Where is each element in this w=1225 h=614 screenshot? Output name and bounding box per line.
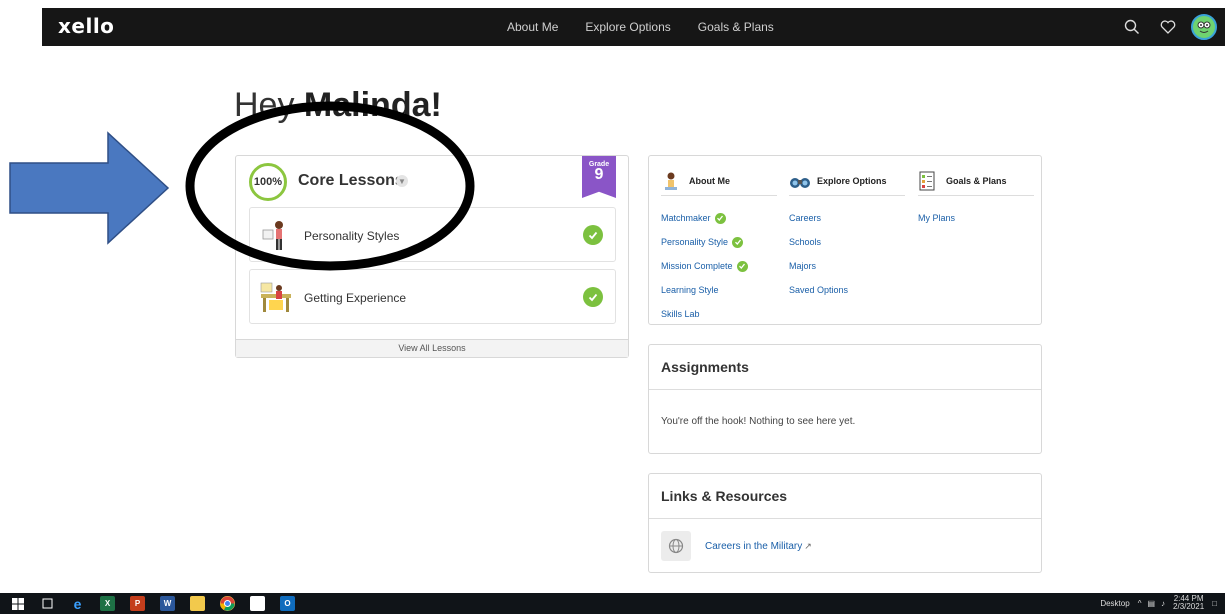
sections-card: About Me Matchmaker Personality Style Mi… [648,155,1042,325]
windows-taskbar: e X P W O Desktop ^ ▤ ♪ 2:44 PM 2/3/2021… [0,593,1225,614]
top-nav: xello About Me Explore Options Goals & P… [42,8,1225,46]
word-icon[interactable]: W [160,596,175,611]
clock[interactable]: 2:44 PM 2/3/2021 [1173,595,1204,611]
check-icon [714,212,726,224]
check-icon [736,260,748,272]
notifications-icon[interactable]: □ [1212,599,1217,608]
link-my-plans[interactable]: My Plans [918,206,1034,230]
link-careers[interactable]: Careers [789,206,905,230]
avatar-face-icon [1191,14,1217,40]
assignments-card: Assignments You're off the hook! Nothing… [648,344,1042,454]
link-personality-style[interactable]: Personality Style [661,230,777,254]
annotation-arrow-icon [9,131,170,245]
divider [649,389,1041,390]
network-icon[interactable]: ▤ [1147,599,1155,608]
xello-logo[interactable]: xello [58,14,114,38]
volume-icon[interactable]: ♪ [1161,599,1165,608]
section-links: Careers Schools Majors Saved Options [789,206,905,302]
link-skills-lab[interactable]: Skills Lab [661,302,777,326]
link-label: Matchmaker [661,213,711,223]
section-goals-plans: Goals & Plans My Plans [918,166,1034,230]
binoculars-icon [789,171,810,191]
annotation-circle-icon [185,101,475,271]
student-icon [661,171,681,191]
link-schools[interactable]: Schools [789,230,905,254]
section-links: Matchmaker Personality Style Mission Com… [661,206,777,326]
lesson-item-getting-experience[interactable]: Getting Experience [249,269,616,324]
check-icon [583,225,603,245]
section-explore-options: Explore Options Careers Schools Majors S… [789,166,905,302]
heart-icon[interactable] [1155,14,1181,40]
nav-links: About Me Explore Options Goals & Plans [507,20,801,34]
link-matchmaker[interactable]: Matchmaker [661,206,777,230]
lesson-name: Getting Experience [304,291,407,305]
nav-explore-options[interactable]: Explore Options [585,20,670,34]
avatar[interactable] [1191,14,1217,40]
section-links: My Plans [918,206,1034,230]
clock-date: 2/3/2021 [1173,602,1205,611]
screen: xello About Me Explore Options Goals & P… [0,0,1225,614]
edge-icon[interactable]: e [70,596,85,612]
link-majors[interactable]: Majors [789,254,905,278]
divider [649,518,1041,519]
link-label: Personality Style [661,237,729,247]
workplace-illustration-icon [259,280,293,314]
section-header: Goals & Plans [918,166,1034,196]
globe-icon [661,531,691,561]
section-title[interactable]: Goals & Plans [946,176,1007,186]
assignments-title: Assignments [661,359,749,375]
check-icon [583,287,603,307]
assignments-empty-text: You're off the hook! Nothing to see here… [661,416,856,427]
resource-link-careers-military[interactable]: Careers in the Military ↗ [705,541,812,552]
view-all-lessons-button[interactable]: View All Lessons [236,339,628,357]
search-icon[interactable] [1119,14,1145,40]
external-link-icon: ↗ [804,541,812,551]
nav-about-me[interactable]: About Me [507,20,558,34]
section-title[interactable]: Explore Options [817,176,887,186]
grade-badge: Grade 9 [582,156,616,198]
system-tray: Desktop ^ ▤ ♪ 2:44 PM 2/3/2021 □ [1100,595,1217,611]
links-resources-title: Links & Resources [661,488,788,504]
desktop-label[interactable]: Desktop [1100,599,1129,608]
resource-link-label: Careers in the Military [705,541,803,552]
checklist-icon [918,171,938,191]
file-explorer-icon[interactable] [190,596,205,611]
section-header: About Me [661,166,777,196]
link-learning-style[interactable]: Learning Style [661,278,777,302]
link-mission-complete[interactable]: Mission Complete [661,254,777,278]
outlook-icon[interactable]: O [280,596,295,611]
chrome-icon[interactable] [220,596,235,611]
nav-icons [1109,14,1217,40]
link-saved-options[interactable]: Saved Options [789,278,905,302]
nav-goals-plans[interactable]: Goals & Plans [698,20,774,34]
excel-icon[interactable]: X [100,596,115,611]
link-label: Mission Complete [661,261,733,271]
task-view-icon[interactable] [40,596,55,611]
section-about-me: About Me Matchmaker Personality Style Mi… [661,166,777,326]
links-resources-card: Links & Resources Careers in the Militar… [648,473,1042,573]
powerpoint-icon[interactable]: P [130,596,145,611]
sticky-notes-icon[interactable] [250,596,265,611]
chevron-up-icon[interactable]: ^ [1138,599,1142,608]
start-icon[interactable] [10,596,25,611]
section-title[interactable]: About Me [689,176,730,186]
grade-number: 9 [594,166,604,183]
section-header: Explore Options [789,166,905,196]
check-icon [732,236,744,248]
